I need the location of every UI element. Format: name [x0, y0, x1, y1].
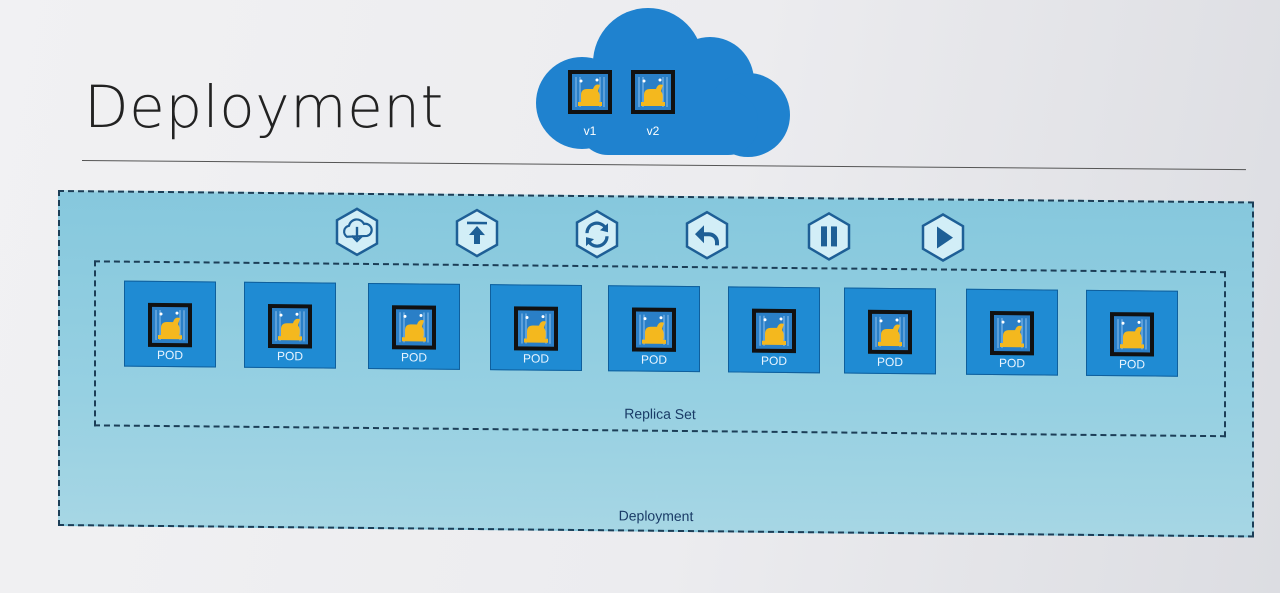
pod-label: POD: [760, 353, 787, 368]
pod-label: POD: [1118, 357, 1145, 372]
cloud: v1 v2: [530, 5, 794, 157]
pod-label: POD: [640, 352, 667, 367]
replica-set-container: POD POD POD POD POD POD POD POD POD Repl…: [94, 260, 1226, 438]
upload-action[interactable]: [452, 208, 502, 258]
container-logo-icon: [268, 304, 312, 349]
pause-icon: [807, 211, 851, 261]
pause-action[interactable]: [804, 211, 854, 261]
container-logo-icon: [631, 70, 675, 114]
download-action[interactable]: [332, 207, 382, 257]
download-icon: [335, 207, 379, 257]
version-label: v1: [583, 124, 597, 138]
pod: POD: [966, 288, 1058, 376]
play-icon: [921, 213, 965, 262]
slide-title: Deployment: [84, 73, 444, 141]
pod: POD: [490, 284, 582, 372]
container-logo-icon: [632, 307, 676, 352]
container-logo-icon: [1110, 312, 1154, 357]
refresh-action[interactable]: [572, 209, 622, 259]
pod-label: POD: [400, 350, 427, 365]
container-logo-icon: [752, 308, 796, 354]
container-logo-icon: [392, 305, 436, 350]
container-logo-icon: [148, 302, 192, 348]
play-action[interactable]: [918, 212, 968, 262]
pod-label: POD: [876, 354, 903, 370]
deployment-label: Deployment: [618, 507, 694, 525]
pod-label: POD: [276, 349, 303, 364]
pod: POD: [1086, 289, 1178, 377]
undo-action[interactable]: [682, 210, 732, 260]
pod-list: POD POD POD POD POD POD POD POD POD: [124, 280, 1204, 383]
pod: POD: [728, 286, 820, 374]
container-logo-icon: [990, 310, 1034, 356]
pod: POD: [124, 280, 216, 368]
pod: POD: [244, 281, 336, 369]
refresh-icon: [575, 209, 619, 259]
upload-icon: [455, 208, 499, 258]
pod: POD: [368, 282, 460, 370]
replica-set-label: Replica Set: [624, 405, 696, 423]
container-logo-icon: [514, 306, 558, 351]
deployment-container: POD POD POD POD POD POD POD POD POD Repl…: [58, 190, 1254, 538]
pod: POD: [844, 287, 936, 375]
undo-icon: [685, 210, 729, 260]
pod-label: POD: [998, 356, 1025, 371]
version-label: v2: [646, 124, 660, 138]
version-v1: v1: [567, 69, 613, 138]
pod: POD: [608, 285, 700, 373]
title-divider: [81, 160, 1246, 171]
pod-label: POD: [522, 351, 549, 366]
container-logo-icon: [868, 309, 912, 355]
container-logo-icon: [568, 70, 612, 114]
version-v2: v2: [630, 69, 676, 138]
pod-label: POD: [156, 347, 183, 363]
